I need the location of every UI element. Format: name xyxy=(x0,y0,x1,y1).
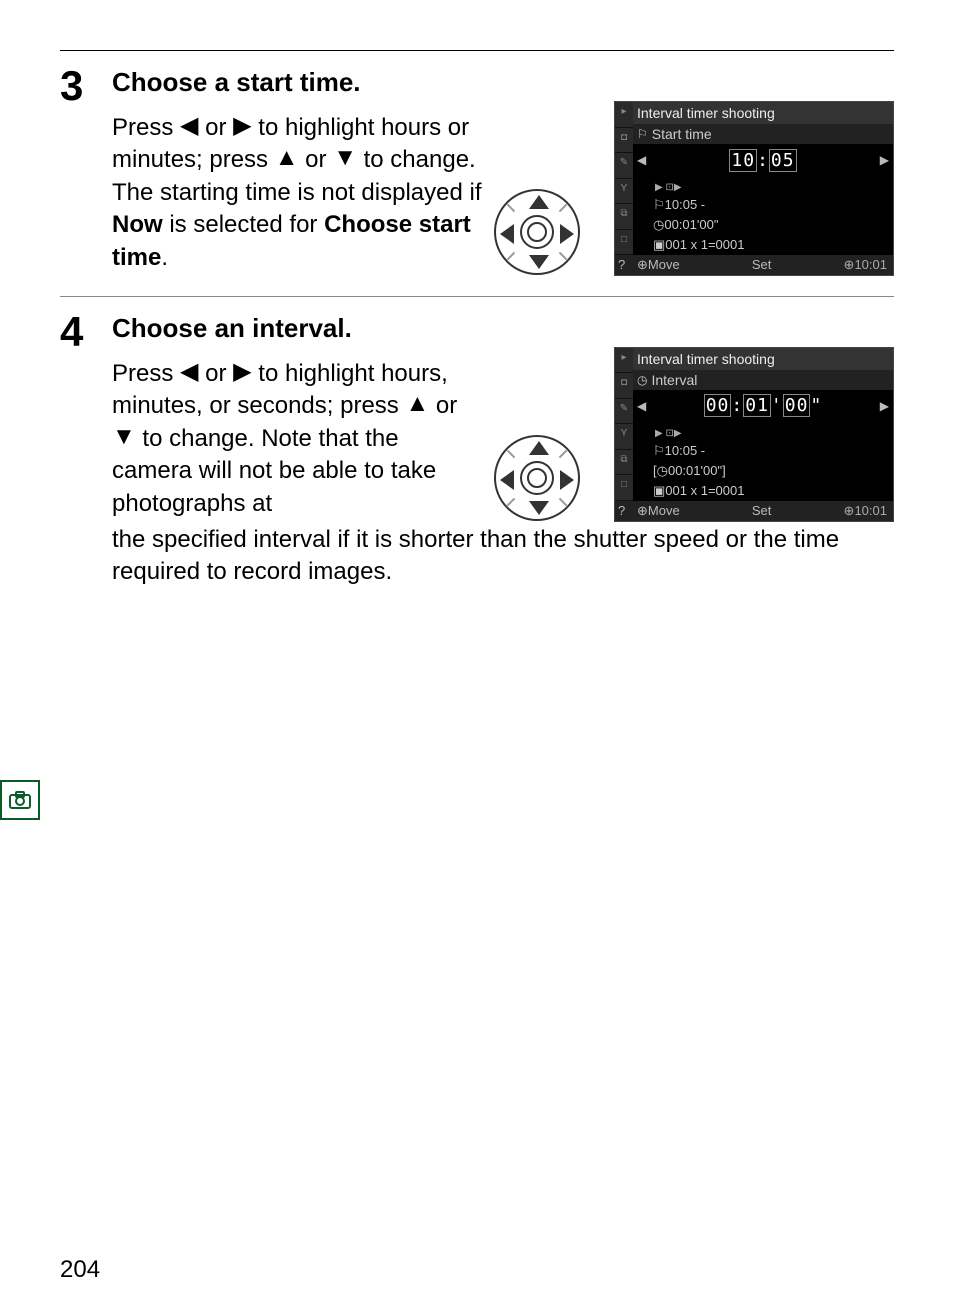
t: or xyxy=(429,392,457,419)
bold-now: Now xyxy=(112,211,163,238)
right-arrow-icon: ▶ xyxy=(233,356,251,388)
clock-icon: ◷ xyxy=(657,463,668,478)
t: . xyxy=(161,244,168,271)
left-arrow-icon: ◀ xyxy=(180,356,198,388)
lcd-clock: ⊕10:01 xyxy=(844,257,887,273)
nav-right-icon: ▶ xyxy=(880,153,889,167)
step-number: 4 xyxy=(60,311,112,353)
up-arrow-icon: ▲ xyxy=(275,142,299,174)
step-number: 3 xyxy=(60,65,112,107)
lcd-move-label: ⊕Move xyxy=(637,503,680,519)
lcd-detail-start: ⚐10:05 - xyxy=(615,441,893,461)
lcd-tab-q: ? xyxy=(618,503,625,518)
v: 001 x 1=0001 xyxy=(665,483,744,498)
step-4: 4 Choose an interval. Press ◀ or ▶ to hi… xyxy=(60,311,894,589)
lcd-detail-count: ▣001 x 1=0001 xyxy=(615,235,893,255)
clock-icon: ◷ xyxy=(637,373,647,387)
t: or xyxy=(198,360,233,387)
hours: 00 xyxy=(704,394,732,417)
lcd-detail-count: ▣001 x 1=0001 xyxy=(615,481,893,501)
lcd-detail-interval: ◷00:01'00" xyxy=(615,215,893,235)
seconds: 00 xyxy=(783,394,811,417)
nav-left-icon: ◀ xyxy=(637,153,646,167)
lcd-set-label: Set xyxy=(752,503,772,519)
up-arrow-icon: ▲ xyxy=(405,388,429,420)
flag-icon: ⚐ xyxy=(653,197,665,212)
camera-lcd-interval: ▸◘✎Y⧉□ Interval timer shooting ◷ Interva… xyxy=(614,347,894,522)
start-time-value: 10:05 xyxy=(729,150,796,171)
hours: 10 xyxy=(729,149,757,172)
step-3: 3 Choose a start time. Press ◀ or ▶ to h… xyxy=(60,65,894,274)
lcd-set-label: Set xyxy=(752,257,772,273)
lcd-subheader: ◷ Interval xyxy=(615,370,893,390)
lcd-subheader: ⚐ Start time xyxy=(615,124,893,144)
step-text-narrow: Press ◀ or ▶ to highlight hours, minutes… xyxy=(112,358,482,520)
lcd-sub-label: Interval xyxy=(651,372,697,388)
flag-icon: ⚐ xyxy=(637,127,648,141)
stack-icon: ▣ xyxy=(653,237,665,252)
lcd-detail-anim: ▶ ⊡▶ xyxy=(615,176,893,195)
left-arrow-icon: ◀ xyxy=(180,110,198,142)
lcd-detail-interval: [◷00:01'00"] xyxy=(615,461,893,481)
step-title: Choose an interval. xyxy=(112,313,894,344)
lcd-detail-start: ⚐10:05 - xyxy=(615,195,893,215)
lcd-sub-label: Start time xyxy=(652,126,712,142)
step-title: Choose a start time. xyxy=(112,67,894,98)
t: or xyxy=(198,114,233,141)
minutes: 01 xyxy=(743,394,771,417)
camera-section-icon xyxy=(0,780,40,820)
flag-icon: ⚐ xyxy=(653,443,665,458)
lcd-detail-anim: ▶ ⊡▶ xyxy=(615,422,893,441)
multi-selector-icon xyxy=(494,189,584,279)
t: or xyxy=(299,146,334,173)
down-arrow-icon: ▼ xyxy=(112,421,136,453)
t: Press xyxy=(112,360,180,387)
lcd-header: Interval timer shooting xyxy=(615,102,893,124)
t: is selected for xyxy=(163,211,324,238)
lcd-clock: ⊕10:01 xyxy=(844,503,887,519)
camera-lcd-start-time: ▸◘✎Y⧉□ Interval timer shooting ⚐ Start t… xyxy=(614,101,894,276)
nav-left-icon: ◀ xyxy=(637,399,646,413)
nav-right-icon: ▶ xyxy=(880,399,889,413)
page-number: 204 xyxy=(60,1256,100,1284)
clock-icon: ◷ xyxy=(653,217,664,232)
t: Press xyxy=(112,114,180,141)
lcd-move-label: ⊕Move xyxy=(637,257,680,273)
lcd-value-row: ◀ 00:01'00" ▶ xyxy=(615,390,893,422)
v: 001 x 1=0001 xyxy=(665,237,744,252)
v: 00:01'00" xyxy=(668,463,722,478)
lcd-tab-q: ? xyxy=(618,257,625,272)
lcd-header: Interval timer shooting xyxy=(615,348,893,370)
interval-value: 00:01'00" xyxy=(704,395,823,416)
multi-selector-icon xyxy=(494,435,584,525)
v: 00:01'00" xyxy=(664,217,718,232)
lcd-value-row: ◀ 10:05 ▶ xyxy=(615,144,893,176)
minutes: 05 xyxy=(769,149,797,172)
stack-icon: ▣ xyxy=(653,483,665,498)
step-text: Press ◀ or ▶ to highlight hours or minut… xyxy=(112,112,482,274)
down-arrow-icon: ▼ xyxy=(333,142,357,174)
v: 10:05 - xyxy=(665,197,705,212)
t: to change. Note that the camera will not… xyxy=(112,425,436,517)
right-arrow-icon: ▶ xyxy=(233,110,251,142)
v: 10:05 - xyxy=(665,443,705,458)
